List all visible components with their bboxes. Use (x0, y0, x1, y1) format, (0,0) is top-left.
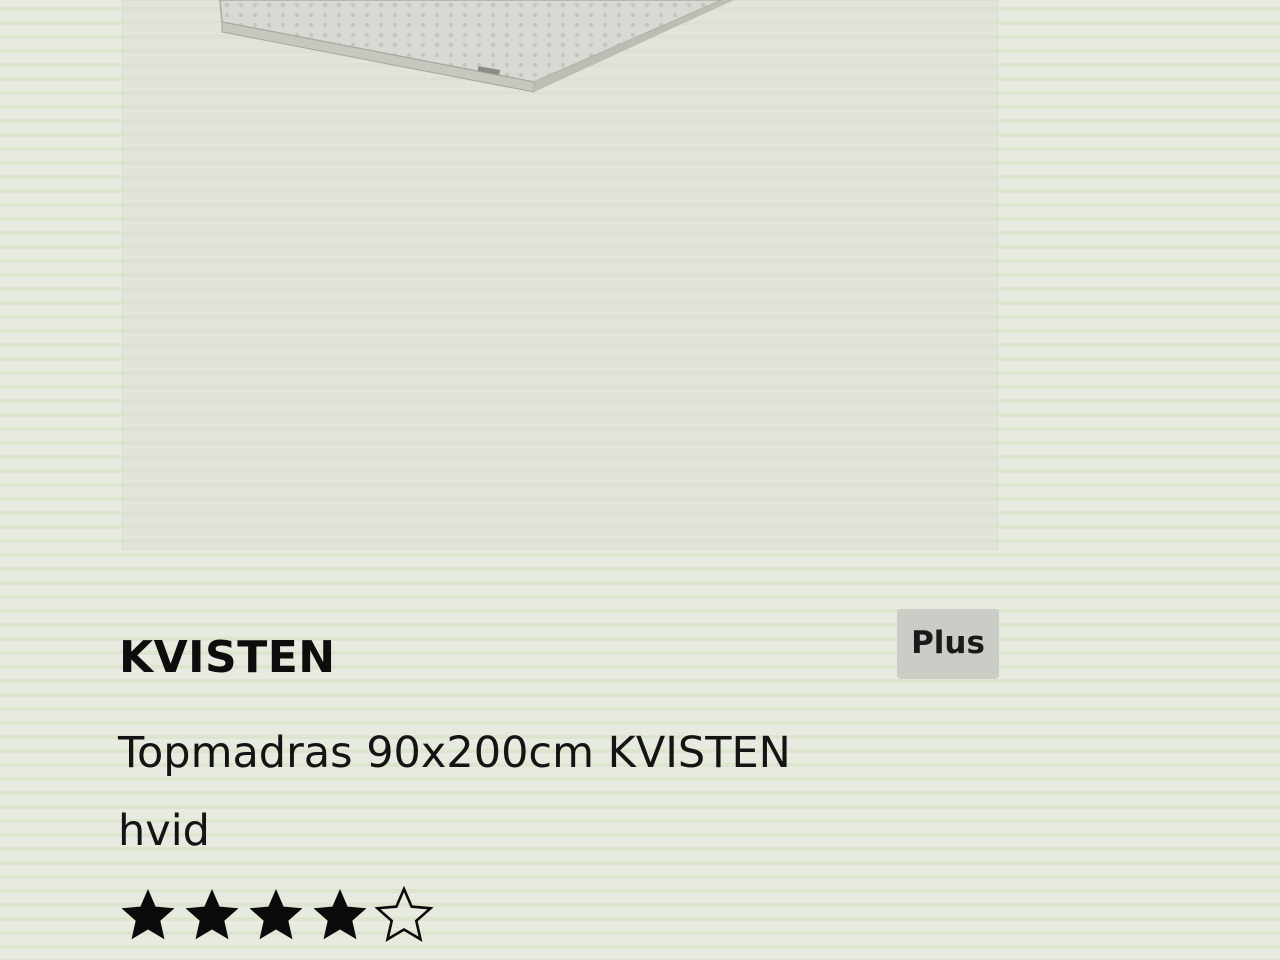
product-brand[interactable]: KVISTEN (119, 632, 336, 683)
star-filled-icon (121, 889, 175, 940)
product-description[interactable]: Topmadras 90x200cm KVISTEN hvid (118, 714, 938, 870)
star-filled-icon (185, 889, 239, 940)
star-outline-icon (374, 885, 434, 942)
star-filled-icon (313, 889, 367, 940)
product-description-line1: Topmadras 90x200cm KVISTEN (118, 728, 791, 778)
star-filled-icon (249, 889, 303, 940)
mattress-topper-image (219, 0, 734, 93)
plus-badge: Plus (897, 609, 999, 679)
product-image[interactable] (122, 0, 998, 550)
rating-stars[interactable] (116, 880, 436, 950)
product-description-line2: hvid (118, 806, 210, 856)
